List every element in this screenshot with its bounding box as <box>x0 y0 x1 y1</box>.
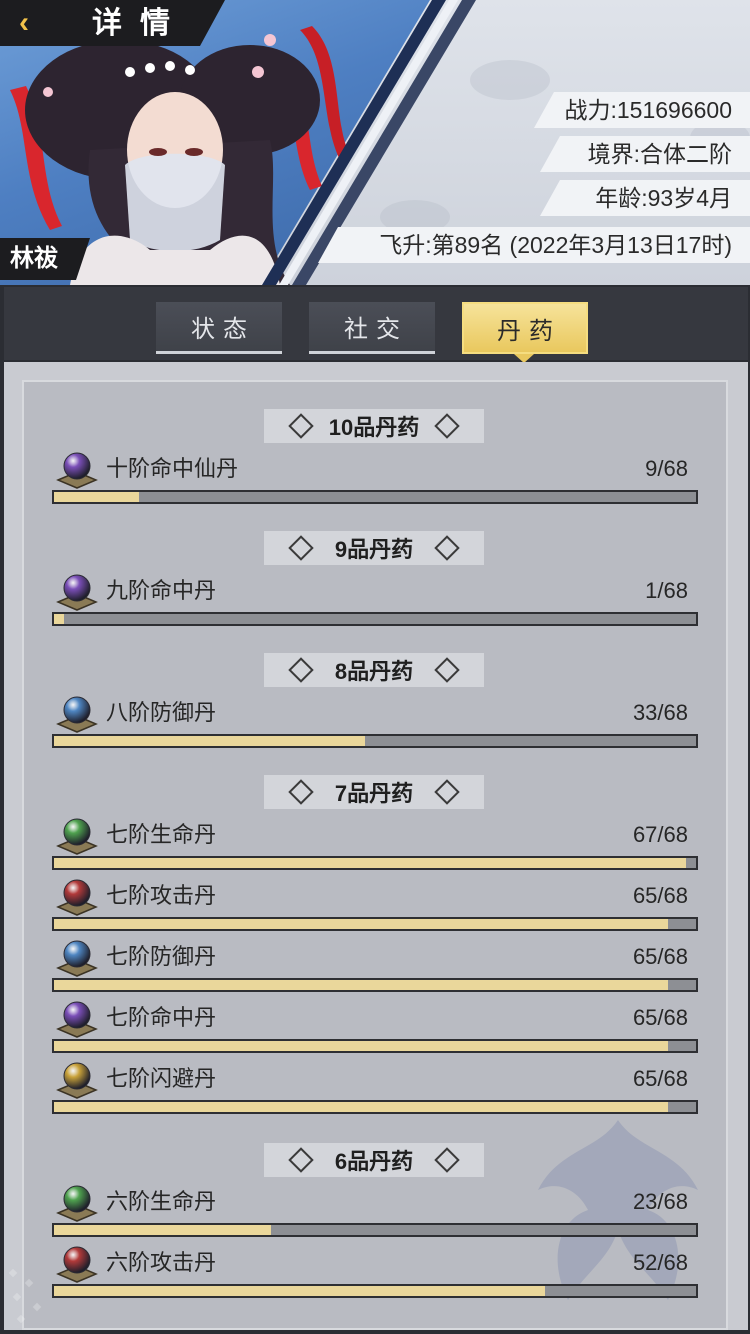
pill-name: 十阶命中仙丹 <box>106 456 239 481</box>
progress-bar <box>52 734 698 748</box>
progress-fill <box>54 1225 271 1235</box>
pill-count: 65/68 <box>632 883 688 908</box>
progress-fill <box>54 736 366 746</box>
blue-pill-icon <box>56 696 98 733</box>
blue-pill-icon <box>56 940 98 977</box>
progress-fill <box>54 1286 546 1296</box>
pill-count: 33/68 <box>632 700 688 725</box>
tab-status[interactable]: 状态 <box>156 302 282 354</box>
diamond-icon <box>434 779 460 805</box>
diamond-icon <box>288 535 314 561</box>
pill-item[interactable]: 八阶防御丹 33/68 <box>52 696 698 758</box>
purple-pill-icon <box>56 452 98 489</box>
diamond-icon <box>434 413 460 439</box>
ascension-stat: 飞升:第89名 (2022年3月13日17时) <box>318 227 750 263</box>
pill-item[interactable]: 七阶防御丹 65/68 <box>52 940 698 1002</box>
diamond-icon <box>288 657 314 683</box>
character-header: ‹ 详情 林祓 战力:151696600 境界:合体二阶 年龄:93岁4月 飞升… <box>0 0 750 285</box>
power-stat: 战力:151696600 <box>534 92 750 128</box>
pill-item[interactable]: 九阶命中丹 1/68 <box>52 574 698 636</box>
diamond-icon <box>434 657 460 683</box>
pill-item[interactable]: 七阶攻击丹 65/68 <box>52 879 698 941</box>
tab-label: 社交 <box>344 316 408 343</box>
progress-bar <box>52 917 698 931</box>
pill-item[interactable]: 六阶攻击丹 52/68 <box>52 1246 698 1308</box>
pill-count: 65/68 <box>632 1005 688 1030</box>
progress-fill <box>54 919 668 929</box>
pill-count: 23/68 <box>632 1189 688 1214</box>
section-header-grade-7: 7品丹药 <box>264 775 484 809</box>
tab-label: 状态 <box>191 316 255 343</box>
progress-bar <box>52 1100 698 1114</box>
gold-pill-icon <box>56 1062 98 1099</box>
character-name: 林祓 <box>0 238 90 280</box>
pill-item[interactable]: 十阶命中仙丹 9/68 <box>52 452 698 514</box>
cloud-decoration <box>470 60 550 100</box>
section-header-grade-8: 8品丹药 <box>264 653 484 687</box>
chevron-left-icon: ‹ <box>19 6 29 39</box>
pill-name: 六阶攻击丹 <box>106 1250 217 1275</box>
diamond-icon <box>288 1147 314 1173</box>
section-title: 6品丹药 <box>334 1149 414 1174</box>
progress-bar <box>52 1039 698 1053</box>
back-button[interactable]: ‹ <box>0 0 48 46</box>
progress-fill <box>54 1041 668 1051</box>
diamond-icon <box>288 779 314 805</box>
page-title: 详情 <box>92 7 188 40</box>
pill-name: 七阶闪避丹 <box>106 1066 217 1091</box>
progress-fill <box>54 492 139 502</box>
section-title: 7品丹药 <box>334 781 414 806</box>
red-pill-icon <box>56 1246 98 1283</box>
green-pill-icon <box>56 818 98 855</box>
pill-name: 六阶生命丹 <box>106 1189 217 1214</box>
progress-bar <box>52 978 698 992</box>
section-title: 8品丹药 <box>334 659 414 684</box>
progress-bar <box>52 612 698 626</box>
pill-name: 九阶命中丹 <box>106 578 217 603</box>
pill-count: 52/68 <box>632 1250 688 1275</box>
age-stat: 年龄:93岁4月 <box>540 180 750 216</box>
pill-count: 9/68 <box>645 456 688 481</box>
pill-count: 65/68 <box>632 1066 688 1091</box>
purple-pill-icon <box>56 1001 98 1038</box>
progress-bar <box>52 1284 698 1298</box>
pill-name: 七阶命中丹 <box>106 1005 217 1030</box>
pill-name: 七阶防御丹 <box>106 944 217 969</box>
diamond-icon <box>434 1147 460 1173</box>
purple-pill-icon <box>56 574 98 611</box>
pill-count: 67/68 <box>632 822 688 847</box>
progress-fill <box>54 614 64 624</box>
pill-item[interactable]: 七阶闪避丹 65/68 <box>52 1062 698 1124</box>
progress-fill <box>54 858 687 868</box>
pill-name: 八阶防御丹 <box>106 700 217 725</box>
tab-label: 丹药 <box>497 317 561 345</box>
pill-item[interactable]: 七阶生命丹 67/68 <box>52 818 698 880</box>
pill-item[interactable]: 七阶命中丹 65/68 <box>52 1001 698 1063</box>
diamond-icon <box>434 535 460 561</box>
tab-social[interactable]: 社交 <box>309 302 435 354</box>
progress-bar <box>52 1223 698 1237</box>
progress-fill <box>54 1102 668 1112</box>
red-pill-icon <box>56 879 98 916</box>
pill-item[interactable]: 六阶生命丹 23/68 <box>52 1185 698 1247</box>
progress-bar <box>52 856 698 870</box>
section-header-grade-9: 9品丹药 <box>264 531 484 565</box>
realm-stat: 境界:合体二阶 <box>540 136 750 172</box>
section-title: 9品丹药 <box>334 537 414 562</box>
pill-name: 七阶生命丹 <box>106 822 217 847</box>
green-pill-icon <box>56 1185 98 1222</box>
pill-name: 七阶攻击丹 <box>106 883 217 908</box>
pill-count: 1/68 <box>645 578 688 603</box>
diamond-icon <box>288 413 314 439</box>
section-header-grade-10: 10品丹药 <box>264 409 484 443</box>
progress-bar <box>52 490 698 504</box>
section-header-grade-6: 6品丹药 <box>264 1143 484 1177</box>
section-title: 10品丹药 <box>328 415 420 440</box>
pill-count: 65/68 <box>632 944 688 969</box>
tab-pills[interactable]: 丹药 <box>462 302 588 354</box>
progress-fill <box>54 980 668 990</box>
